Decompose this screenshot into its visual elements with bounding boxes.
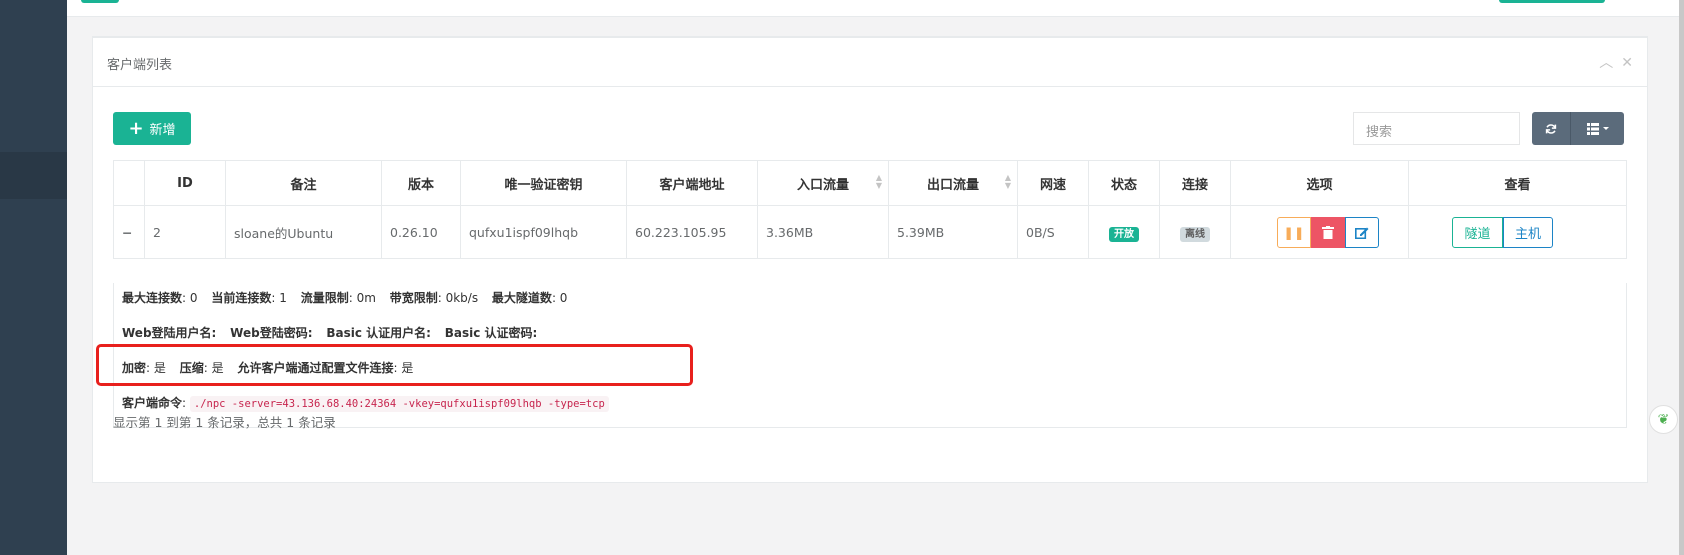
cell-vkey: qufxu1ispf09lhqb [460, 205, 627, 259]
add-button-label: 新增 [149, 123, 176, 138]
scrollbar[interactable] [1679, 0, 1684, 555]
table-row: − 2 sloane的Ubuntu 0.26.10 qufxu1ispf09lh… [113, 205, 1627, 259]
col-remark[interactable]: 备注 [225, 160, 382, 206]
pause-button[interactable]: ❚❚ [1277, 216, 1311, 248]
col-expand [113, 160, 145, 206]
collapse-row-icon[interactable]: − [113, 205, 145, 259]
col-version[interactable]: 版本 [381, 160, 461, 206]
cell-version: 0.26.10 [381, 205, 461, 259]
panel-title: 客户端列表 [107, 58, 173, 73]
col-connect[interactable]: 连接 [1159, 160, 1231, 206]
cell-status: 开放 [1088, 205, 1160, 259]
sort-icon: ▲ ▼ [1004, 173, 1011, 190]
sort-icon: ▲ ▼ [875, 173, 882, 190]
options-group: ❚❚ [1277, 216, 1379, 248]
scrollbar-thumb[interactable] [1679, 0, 1684, 555]
top-bar [67, 0, 1679, 17]
status-badge: 开放 [1109, 226, 1139, 242]
close-icon[interactable]: ✕ [1621, 55, 1633, 71]
plus-icon: + [128, 117, 144, 139]
col-in-flow[interactable]: 入口流量 ▲ ▼ [757, 160, 889, 206]
cell-connect: 离线 [1159, 205, 1231, 259]
table-toolbar [1532, 112, 1624, 145]
cell-out-flow: 5.39MB [888, 205, 1018, 259]
search-input[interactable]: 搜索 [1353, 112, 1520, 145]
trash-icon [1322, 225, 1334, 239]
add-client-button[interactable]: + 新增 [113, 112, 191, 145]
client-list-panel: 客户端列表 ︿ ✕ + 新增 搜索 ID 备注 版本 唯一验证密钥 客户端地址 入… [92, 36, 1648, 483]
detail-line-limits: 最大连接数: 0 当前连接数: 1 流量限制: 0m 带宽限制: 0kb/s 最… [122, 291, 568, 305]
sidebar-active-item[interactable] [0, 152, 67, 199]
view-group: 隧道 主机 [1452, 216, 1553, 248]
detail-line-auth: Web登陆用户名: Web登陆密码: Basic 认证用户名: Basic 认证… [122, 326, 538, 340]
refresh-icon [1545, 123, 1557, 134]
columns-button[interactable] [1571, 112, 1624, 145]
cell-options: ❚❚ [1230, 205, 1409, 259]
col-id[interactable]: ID [144, 160, 226, 206]
pause-icon: ❚❚ [1283, 224, 1305, 240]
pagination-info: 显示第 1 到第 1 条记录，总共 1 条记录 [113, 415, 336, 430]
columns-icon [1586, 122, 1609, 135]
leaf-icon: ❦ [1657, 411, 1670, 428]
cell-in-flow: 3.36MB [757, 205, 889, 259]
col-vkey[interactable]: 唯一验证密钥 [460, 160, 627, 206]
client-command[interactable]: ./npc -server=43.136.68.40:24364 -vkey=q… [189, 396, 609, 412]
col-status[interactable]: 状态 [1088, 160, 1160, 206]
col-out-flow[interactable]: 出口流量 ▲ ▼ [888, 160, 1018, 206]
client-table: ID 备注 版本 唯一验证密钥 客户端地址 入口流量 ▲ ▼ 出口流量 ▲ ▼ 网速 状… [113, 160, 1627, 259]
refresh-button[interactable] [1532, 112, 1571, 145]
edit-icon [1355, 227, 1369, 239]
cell-view: 隧道 主机 [1408, 205, 1627, 259]
edit-button[interactable] [1345, 216, 1379, 248]
highlight-box [96, 344, 693, 386]
cell-address: 60.223.105.95 [626, 205, 758, 259]
panel-header: 客户端列表 ︿ ✕ [93, 38, 1647, 87]
col-speed[interactable]: 网速 [1017, 160, 1089, 206]
connect-badge: 离线 [1180, 226, 1210, 242]
detail-line-command: 客户端命令: ./npc -server=43.136.68.40:24364 … [122, 394, 609, 412]
command-label: 客户端命令 [122, 396, 183, 410]
top-right-button[interactable] [1499, 0, 1605, 3]
chevron-up-icon[interactable]: ︿ [1599, 55, 1613, 71]
panel-tools: ︿ ✕ [1591, 52, 1633, 72]
host-button[interactable]: 主机 [1503, 216, 1553, 248]
floating-leaf-button[interactable]: ❦ [1649, 405, 1678, 434]
cell-remark: sloane的Ubuntu [225, 205, 382, 259]
sidebar [0, 0, 67, 555]
cell-id: 2 [144, 205, 226, 259]
table-header-row: ID 备注 版本 唯一验证密钥 客户端地址 入口流量 ▲ ▼ 出口流量 ▲ ▼ 网速 状… [113, 160, 1627, 206]
cell-speed: 0B/S [1017, 205, 1089, 259]
tunnel-button[interactable]: 隧道 [1452, 216, 1503, 248]
delete-button[interactable] [1311, 216, 1345, 248]
col-address[interactable]: 客户端地址 [626, 160, 758, 206]
col-options: 选项 [1230, 160, 1409, 206]
col-view: 查看 [1408, 160, 1627, 206]
top-left-button[interactable] [81, 0, 119, 3]
